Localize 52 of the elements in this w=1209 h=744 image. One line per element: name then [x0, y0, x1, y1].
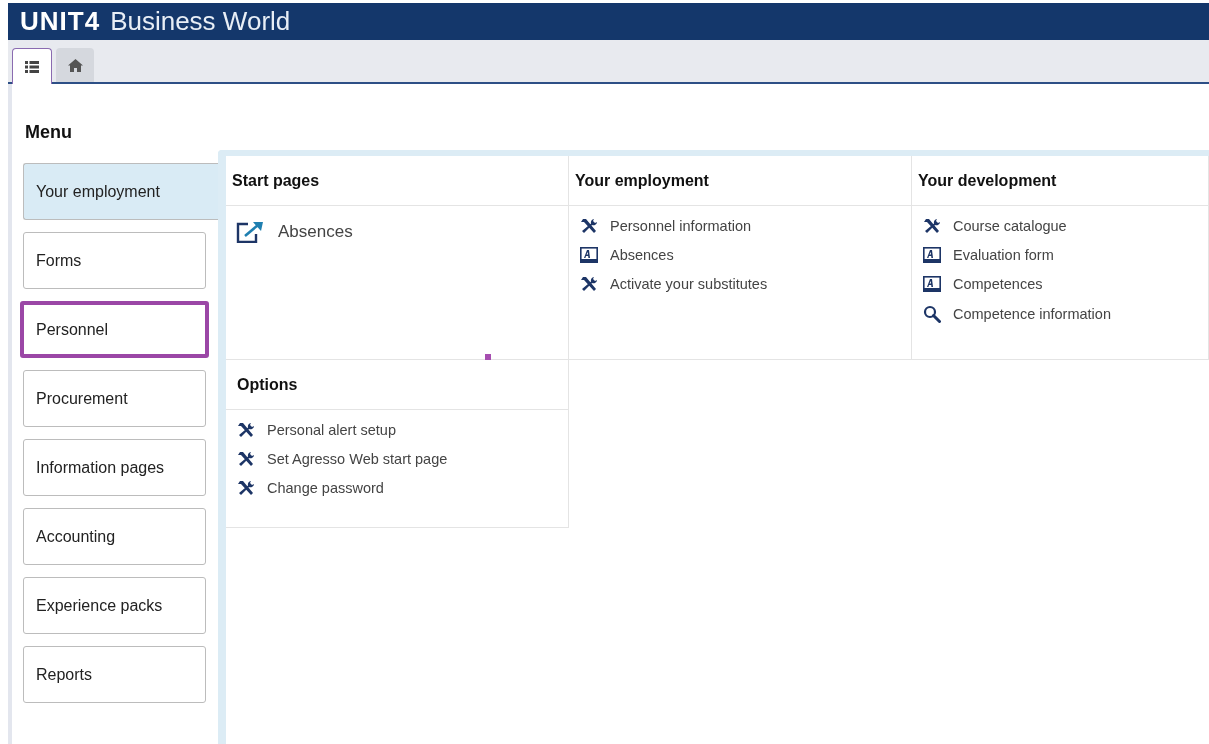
brand-logo: UNIT4: [20, 6, 101, 37]
tools-icon: [237, 422, 255, 438]
link-label: Personnel information: [610, 218, 752, 234]
link-label: Competence information: [953, 306, 1111, 322]
menu-link[interactable]: Personnel information: [580, 218, 900, 234]
list-icon: [25, 60, 39, 73]
menu-item[interactable]: Reports: [23, 646, 206, 703]
menu-item[interactable]: Procurement: [23, 370, 206, 427]
tools-icon: [580, 218, 598, 234]
menu-item[interactable]: Accounting: [23, 508, 206, 565]
menu-link[interactable]: Activate your substitutes: [580, 276, 900, 292]
link-label: Activate your substitutes: [610, 276, 768, 292]
section-title: Your development: [912, 156, 1208, 206]
form-icon: [923, 276, 941, 292]
link-label: Absences: [610, 247, 674, 263]
menu-link[interactable]: Absences: [580, 247, 900, 263]
menu-link[interactable]: Evaluation form: [923, 247, 1197, 263]
menu-link[interactable]: Set Agresso Web start page: [237, 451, 557, 467]
menu-item[interactable]: Forms: [23, 232, 206, 289]
menu-item[interactable]: Experience packs: [23, 577, 206, 634]
tools-icon: [923, 218, 941, 234]
home-icon: [67, 58, 83, 72]
search-icon: [923, 305, 941, 323]
section-title: Options: [226, 360, 568, 410]
menu-item[interactable]: Information pages: [23, 439, 206, 496]
form-icon: [923, 247, 941, 263]
link-label: Personal alert setup: [267, 422, 396, 438]
tools-icon: [237, 451, 255, 467]
menu-link[interactable]: Course catalogue: [923, 218, 1197, 234]
external-link-icon: [236, 221, 264, 243]
menu-item[interactable]: Your employment: [23, 163, 218, 220]
link-label: Evaluation form: [953, 247, 1054, 263]
form-icon: [580, 247, 598, 263]
link-label: Change password: [267, 480, 384, 496]
menu-item[interactable]: Personnel: [20, 301, 209, 358]
menu-link[interactable]: Personal alert setup: [237, 422, 557, 438]
link-label: Course catalogue: [953, 218, 1067, 234]
tab[interactable]: [56, 48, 94, 82]
menu-link[interactable]: Absences: [236, 221, 558, 243]
tools-icon: [237, 480, 255, 496]
tab[interactable]: [12, 48, 52, 84]
menu-link[interactable]: Competence information: [923, 305, 1197, 323]
section-title: Your employment: [569, 156, 911, 206]
menu-link[interactable]: Change password: [237, 480, 557, 496]
menu-link[interactable]: Competences: [923, 276, 1197, 292]
tools-icon: [580, 276, 598, 292]
link-label: Absences: [278, 222, 353, 242]
link-label: Competences: [953, 276, 1043, 292]
product-name: Business World: [110, 6, 291, 37]
menu-title: Menu: [25, 122, 73, 143]
link-label: Set Agresso Web start page: [267, 451, 448, 467]
section-title: Start pages: [226, 156, 568, 206]
